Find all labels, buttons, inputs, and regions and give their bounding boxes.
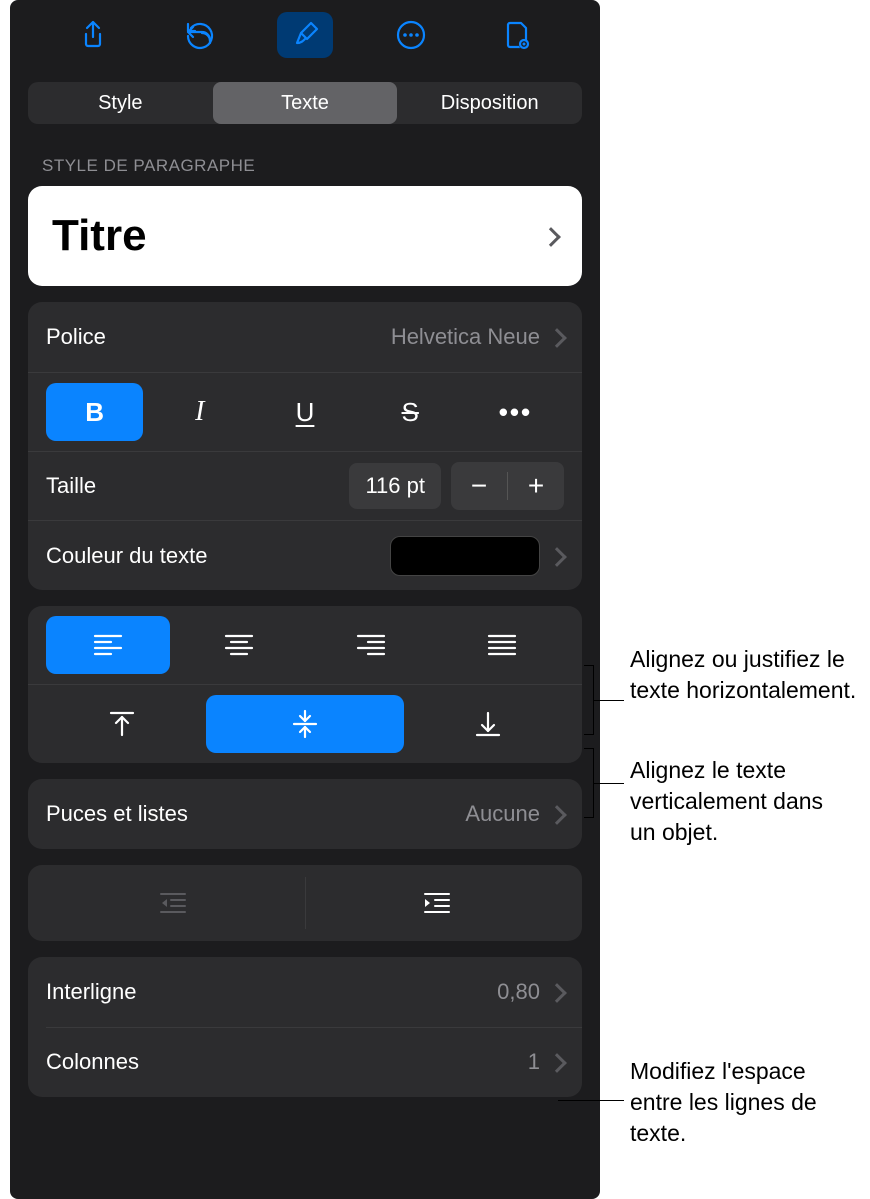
indent-icon <box>421 891 453 915</box>
valign-top-icon <box>108 709 136 739</box>
inspector-tabs: Style Texte Disposition <box>10 70 600 136</box>
text-color-swatch[interactable] <box>390 536 540 576</box>
font-size-decrease[interactable]: − <box>451 462 507 510</box>
tab-layout[interactable]: Disposition <box>397 82 582 124</box>
document-icon <box>501 19 533 51</box>
line-spacing-label: Interligne <box>46 979 137 1005</box>
paragraph-style-name: Titre <box>52 211 534 261</box>
format-button[interactable] <box>277 12 333 58</box>
tab-text[interactable]: Texte <box>213 82 398 124</box>
valign-top-button[interactable] <box>46 695 198 753</box>
bullets-row[interactable]: Puces et listes Aucune <box>28 779 582 849</box>
bullets-label: Puces et listes <box>46 801 188 827</box>
bold-button[interactable]: B <box>46 383 143 441</box>
font-size-increase[interactable]: + <box>508 462 564 510</box>
valign-bottom-button[interactable] <box>412 695 564 753</box>
columns-row[interactable]: Colonnes 1 <box>28 1027 582 1097</box>
format-inspector-panel: Style Texte Disposition STYLE DE PARAGRA… <box>10 0 600 1199</box>
document-button[interactable] <box>489 12 545 58</box>
chevron-right-icon <box>552 1052 564 1072</box>
paragraph-style-card[interactable]: Titre <box>28 186 582 286</box>
chevron-right-icon <box>552 546 564 566</box>
undo-button[interactable] <box>171 12 227 58</box>
font-size-value[interactable]: 116 pt <box>349 463 441 509</box>
share-icon <box>77 19 109 51</box>
columns-value: 1 <box>528 1049 540 1075</box>
align-left-button[interactable] <box>46 616 170 674</box>
more-icon <box>395 19 427 51</box>
line-spacing-value: 0,80 <box>497 979 540 1005</box>
columns-label: Colonnes <box>46 1049 139 1075</box>
font-size-row: Taille 116 pt − + <box>28 451 582 520</box>
align-right-button[interactable] <box>309 616 433 674</box>
spacing-card: Interligne 0,80 Colonnes 1 <box>28 957 582 1097</box>
font-row[interactable]: Police Helvetica Neue <box>28 302 582 372</box>
line-spacing-row[interactable]: Interligne 0,80 <box>28 957 582 1027</box>
align-left-icon <box>93 632 123 658</box>
horizontal-align-row <box>28 606 582 684</box>
share-button[interactable] <box>65 12 121 58</box>
font-size-stepper: − + <box>451 462 564 510</box>
valign-middle-button[interactable] <box>206 695 404 753</box>
valign-callout: Alignez le texte verticalement dans un o… <box>630 755 850 848</box>
top-toolbar <box>10 0 600 70</box>
font-card: Police Helvetica Neue B I U S ••• Taille… <box>28 302 582 590</box>
bullets-card: Puces et listes Aucune <box>28 779 582 849</box>
strikethrough-button[interactable]: S <box>362 383 459 441</box>
valign-bracket <box>584 748 594 818</box>
chevron-right-icon <box>552 327 564 347</box>
indent-button[interactable] <box>306 877 569 929</box>
outdent-button[interactable] <box>42 877 305 929</box>
font-style-row: B I U S ••• <box>28 372 582 451</box>
align-center-icon <box>224 632 254 658</box>
font-size-label: Taille <box>46 473 96 499</box>
valign-middle-icon <box>291 709 319 739</box>
halign-bracket <box>584 665 594 735</box>
underline-button[interactable]: U <box>256 383 353 441</box>
align-justify-button[interactable] <box>441 616 565 674</box>
alignment-card <box>28 606 582 763</box>
vertical-align-row <box>28 684 582 763</box>
valign-bottom-icon <box>474 709 502 739</box>
halign-line <box>594 700 624 701</box>
bullets-value: Aucune <box>465 801 540 827</box>
text-color-row[interactable]: Couleur du texte <box>28 520 582 590</box>
align-center-button[interactable] <box>178 616 302 674</box>
more-button[interactable] <box>383 12 439 58</box>
font-more-button[interactable]: ••• <box>467 383 564 441</box>
chevron-right-icon <box>546 226 558 246</box>
font-value: Helvetica Neue <box>391 324 540 350</box>
linespace-callout: Modifiez l'espace entre les lignes de te… <box>630 1056 860 1149</box>
chevron-right-icon <box>552 804 564 824</box>
halign-callout: Alignez ou justifiez le texte horizontal… <box>630 644 860 706</box>
undo-icon <box>183 19 215 51</box>
outdent-icon <box>157 891 189 915</box>
text-color-label: Couleur du texte <box>46 543 207 569</box>
chevron-right-icon <box>552 982 564 1002</box>
linespace-line <box>558 1100 624 1101</box>
valign-line <box>594 783 624 784</box>
font-label: Police <box>46 324 106 350</box>
format-brush-icon <box>289 19 321 51</box>
paragraph-style-section-label: STYLE DE PARAGRAPHE <box>10 136 600 186</box>
tab-style[interactable]: Style <box>28 82 213 124</box>
indent-card <box>28 865 582 941</box>
italic-button[interactable]: I <box>151 383 248 441</box>
align-right-icon <box>356 632 386 658</box>
align-justify-icon <box>487 632 517 658</box>
